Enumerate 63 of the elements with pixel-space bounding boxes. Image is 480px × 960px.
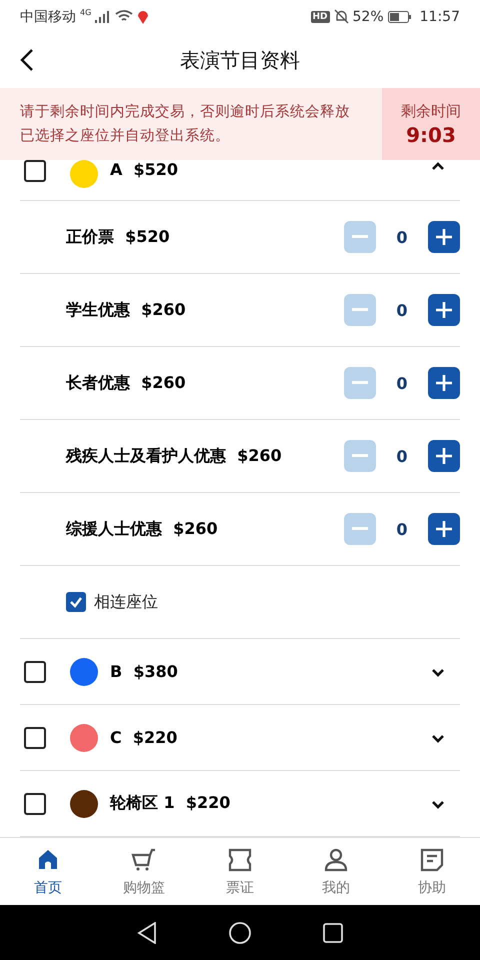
- plus-icon: [436, 448, 452, 464]
- note-icon: [419, 846, 445, 872]
- wifi-icon: [115, 10, 134, 23]
- minus-icon: [352, 454, 368, 458]
- back-triangle-icon[interactable]: [137, 922, 157, 944]
- zone-name: A $520: [110, 160, 178, 179]
- minus-icon: [352, 235, 368, 239]
- adjacent-seats-checkbox[interactable]: [66, 592, 86, 612]
- nav-tab[interactable]: 我的: [288, 838, 384, 905]
- timer-value: 9:03: [406, 122, 456, 146]
- ticket-type: 残疾人士及看护人优惠 $260: [66, 446, 283, 466]
- zone-name: C $220: [110, 728, 178, 747]
- recents-square-icon[interactable]: [323, 922, 343, 942]
- nav-tab[interactable]: 票证: [192, 838, 288, 905]
- plus-button[interactable]: [428, 513, 460, 545]
- carrier-name: 中国移动: [20, 8, 76, 26]
- plus-icon: [436, 521, 452, 537]
- clock-time: 11:57: [420, 8, 460, 24]
- zone-checkbox[interactable]: [24, 660, 46, 682]
- ticket-count: 0: [395, 520, 409, 538]
- person-icon: [323, 846, 349, 872]
- location-pin-icon: [137, 9, 150, 24]
- bell-muted-icon: [334, 9, 349, 24]
- ticket-count: 0: [395, 300, 409, 320]
- battery-percent: 52%: [352, 8, 384, 24]
- ticket-type: 正价票 $520: [66, 226, 171, 248]
- notice-message: 请于剩余时间内完成交易，否则逾时后系统会释放已选择之座位并自动登出系统。: [19, 102, 351, 146]
- battery-icon: [388, 10, 412, 22]
- ticket-count: 0: [395, 446, 409, 466]
- home-circle-icon[interactable]: [229, 922, 251, 944]
- plus-icon: [436, 375, 452, 391]
- plus-button[interactable]: [428, 221, 460, 253]
- zone-name: B $380: [110, 662, 178, 681]
- network-type: 4G: [80, 8, 92, 17]
- ticket-type: 长者优惠 $260: [66, 372, 187, 394]
- nav-tab[interactable]: 购物篮: [96, 838, 192, 905]
- ticket-count: 0: [395, 228, 409, 246]
- ticket-type: 学生优惠 $260: [66, 300, 187, 320]
- plus-button[interactable]: [428, 294, 460, 326]
- nav-tab[interactable]: 协助: [384, 838, 480, 905]
- timer-label: 剩余时间: [401, 102, 461, 120]
- minus-icon: [352, 381, 368, 385]
- zone-name: 轮椅区 1 $220: [110, 793, 230, 814]
- ticket-icon: [227, 846, 253, 872]
- adjacent-seats-label: 相连座位: [94, 592, 158, 612]
- nav-tab[interactable]: 首页: [0, 838, 96, 905]
- cart-icon: [131, 846, 157, 872]
- zone-checkbox[interactable]: [24, 792, 46, 814]
- plus-button[interactable]: [428, 440, 460, 472]
- check-icon: [69, 595, 83, 609]
- ticket-count: 0: [395, 374, 409, 392]
- plus-icon: [436, 302, 452, 318]
- zone-checkbox[interactable]: [24, 726, 46, 748]
- plus-button[interactable]: [428, 367, 460, 399]
- minus-icon: [352, 308, 368, 312]
- hd-badge: HD: [310, 10, 330, 22]
- minus-icon: [352, 527, 368, 531]
- plus-icon: [436, 229, 452, 245]
- back-icon[interactable]: [18, 48, 36, 72]
- page-title: 表演节目资料: [180, 47, 300, 74]
- signal-icon: [95, 10, 112, 22]
- zone-checkbox[interactable]: [24, 160, 46, 182]
- ticket-type: 综援人士优惠 $260: [66, 518, 219, 540]
